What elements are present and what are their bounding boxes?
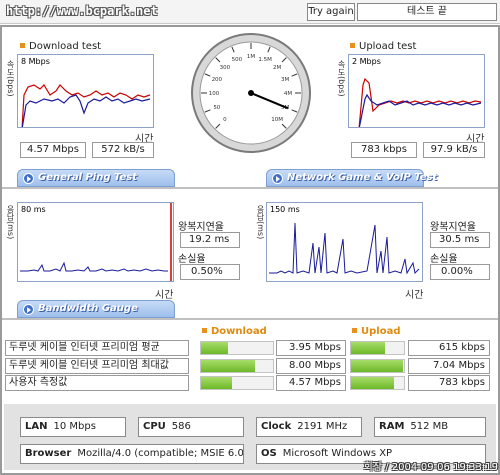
- game-latency-label: 왕복지연율: [430, 222, 476, 233]
- tab-general-ping-label: General Ping Test: [38, 172, 138, 183]
- general-loss-value: 0.50%: [180, 264, 240, 280]
- gauge-tick-label: 200: [212, 77, 223, 83]
- upload-kbs-value: 97.9 kB/s: [423, 142, 485, 158]
- game-ping-svg: [269, 222, 420, 275]
- upload-title-text: Upload test: [359, 41, 417, 52]
- lan-info: LAN 10 Mbps: [20, 417, 126, 437]
- download-title: Download test: [20, 41, 101, 52]
- tab-general-ping[interactable]: General Ping Test: [17, 169, 175, 187]
- gauge-svg: 0501002003005001M1.5M2M3M4M5M10M: [191, 33, 311, 153]
- gauge-tick-label: 4M: [284, 91, 292, 97]
- clock-info: Clock 2191 MHz: [256, 417, 362, 437]
- bullet-icon: [202, 328, 207, 333]
- bw-upload-value: 783 kbps: [408, 375, 490, 391]
- upload-axis-label: 속도(bps): [337, 60, 346, 97]
- ping-axis-label: 응답(ms): [6, 205, 15, 240]
- bw-download-head: Download: [202, 326, 267, 337]
- general-ping-time: 시간: [155, 290, 174, 301]
- gauge-tick-label: 10M: [271, 117, 283, 123]
- gauge-tick-label: 1M: [247, 54, 255, 60]
- divider: [2, 318, 498, 320]
- general-loss-label: 손실율: [178, 254, 206, 265]
- tab-bandwidth-gauge[interactable]: Bandwidth Gauge: [17, 300, 175, 318]
- bw-download-value: 3.95 Mbps: [276, 340, 346, 356]
- bw-upload-bar: [350, 341, 405, 355]
- game-ping-axis-label: 응답(ms): [256, 205, 265, 240]
- game-ping-scale: 150 ms: [270, 205, 300, 214]
- try-again-button[interactable]: Try again: [307, 3, 355, 21]
- bw-row-name: 사용자 측정값: [5, 375, 189, 391]
- general-ping-scale: 80 ms: [21, 205, 46, 214]
- download-title-text: Download test: [29, 41, 102, 52]
- gauge-tick-label: 1.5M: [258, 57, 272, 63]
- game-ping-time: 시간: [405, 290, 424, 301]
- browser-info: Browser Mozilla/4.0 (compatible; MSIE 6.0: [20, 444, 244, 464]
- tab-bandwidth-label: Bandwidth Gauge: [38, 303, 138, 314]
- gauge-tick-label: 3M: [281, 77, 289, 83]
- divider: [2, 187, 498, 189]
- gauge-tick-label: 0: [223, 117, 227, 123]
- bw-upload-bar-fill: [351, 360, 403, 372]
- game-latency-value: 30.5 ms: [430, 232, 490, 248]
- bw-upload-value: 7.04 Mbps: [408, 358, 490, 374]
- download-kbs-value: 572 kB/s: [92, 142, 154, 158]
- upload-scale-label: 2 Mbps: [352, 57, 381, 66]
- bullet-icon: [352, 328, 357, 333]
- bw-download-bar-fill: [201, 342, 228, 354]
- gauge-tick-label: 500: [232, 57, 243, 63]
- play-bullet-icon: [23, 173, 34, 184]
- bw-upload-bar-fill: [351, 377, 394, 389]
- bw-row-name: 두루넷 케이블 인터넷 프리미엄 평균: [5, 340, 189, 356]
- bw-download-bar: [200, 341, 274, 355]
- general-latency-label: 왕복지연율: [178, 222, 224, 233]
- gauge-tick-label: 100: [209, 91, 220, 97]
- bw-download-value: 8.00 Mbps: [276, 358, 346, 374]
- general-ping-series: [20, 261, 168, 272]
- download-graph: 8 Mbps: [17, 54, 154, 128]
- bw-download-bar: [200, 359, 274, 373]
- bw-upload-bar: [350, 376, 405, 390]
- bw-upload-value: 615 kbps: [408, 340, 490, 356]
- gauge-tick-label: 50: [213, 105, 220, 111]
- download-mbps-value: 4.57 Mbps: [20, 142, 86, 158]
- bw-upload-bar-fill: [351, 342, 385, 354]
- game-loss-value: 0.00%: [430, 264, 490, 280]
- download-series-blue: [21, 94, 151, 127]
- gauge-tick-label: 300: [220, 65, 231, 71]
- general-latency-value: 19.2 ms: [180, 232, 240, 248]
- general-ping-svg: [20, 203, 172, 281]
- download-axis-label: 속도(bps): [6, 60, 15, 97]
- tab-network-game[interactable]: Network Game & VoIP Test: [266, 169, 437, 187]
- bullet-icon: [20, 43, 25, 48]
- bw-download-bar-fill: [201, 360, 255, 372]
- cpu-info: CPU 586: [138, 417, 244, 437]
- play-bullet-icon: [23, 304, 34, 315]
- game-ping-graph: 150 ms: [266, 202, 423, 282]
- download-scale-label: 8 Mbps: [21, 57, 50, 66]
- game-ping-series: [269, 222, 420, 275]
- tab-network-game-label: Network Game & VoIP Test: [287, 172, 438, 183]
- watermark: 회장 / 2004-09-06 19:33:19: [363, 462, 498, 473]
- bullet-icon: [350, 43, 355, 48]
- upload-series-blue: [358, 93, 482, 127]
- bw-upload-head: Upload: [352, 326, 400, 337]
- upload-kbps-value: 783 kbps: [351, 142, 417, 158]
- site-url[interactable]: http://www.bcpark.net: [6, 4, 158, 18]
- bw-download-bar: [200, 376, 274, 390]
- test-end-status: 테스트 끝: [357, 3, 497, 21]
- bw-download-value: 4.57 Mbps: [276, 375, 346, 391]
- upload-title: Upload test: [350, 41, 416, 52]
- bw-row-name: 두루넷 케이블 인터넷 프리미엄 최대값: [5, 358, 189, 374]
- bw-download-bar-fill: [201, 377, 232, 389]
- speed-gauge: 0501002003005001M1.5M2M3M4M5M10M: [190, 32, 312, 154]
- general-ping-graph: 80 ms: [17, 202, 174, 282]
- gauge-tick-label: 2M: [273, 65, 281, 71]
- upload-graph: 2 Mbps: [348, 54, 485, 128]
- bw-upload-bar: [350, 359, 405, 373]
- play-bullet-icon: [272, 173, 283, 184]
- game-loss-label: 손실율: [430, 254, 458, 265]
- ram-info: RAM 512 MB: [374, 417, 486, 437]
